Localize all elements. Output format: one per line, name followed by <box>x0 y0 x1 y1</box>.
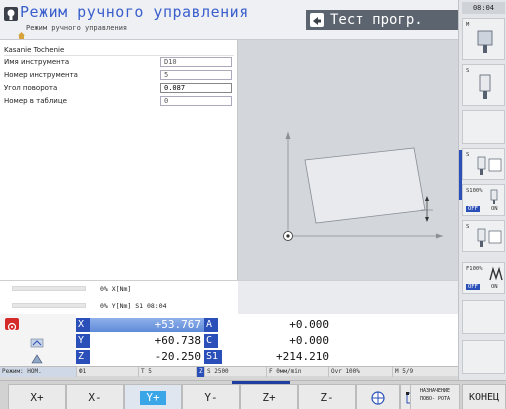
tool-name-field[interactable]: D10 <box>160 57 232 67</box>
axis-value-s1: +214.210 <box>276 350 329 363</box>
form-label-tool-name: Имя инструмента <box>4 58 70 66</box>
axis-label-x: X <box>76 318 90 332</box>
softkey-end[interactable]: КОНЕЦ <box>462 384 506 409</box>
spindle-override-icon <box>490 189 498 204</box>
axis-label-s1: S1 <box>204 350 222 364</box>
sidebar-feed-override-button[interactable]: F100% OFF ON <box>462 262 505 294</box>
axis-row-c: C +0.000 <box>204 334 332 348</box>
form-title: Kasanie Tochenie <box>4 46 65 54</box>
axis-row-s1: S1 +214.210 <box>204 350 332 364</box>
sidebar-empty-button[interactable] <box>462 110 505 144</box>
status-tool: T 5 <box>138 367 196 377</box>
program-mode-tab[interactable]: Тест прогр. <box>306 10 458 30</box>
softkey-z-minus[interactable]: Z- <box>298 384 356 409</box>
axis-label-c: C <box>204 334 218 348</box>
axis-row-y: Y +60.738 <box>76 334 204 348</box>
axis-row-z: Z -20.250 <box>76 350 204 364</box>
form-label-table-number: Номер в таблице <box>4 97 67 105</box>
workpiece-icon <box>30 350 44 364</box>
status-override: Ovr 100% <box>328 367 392 377</box>
y-load-bar <box>12 303 86 308</box>
sidebar-empty-button-3[interactable] <box>462 340 505 374</box>
sidebar-clock: 08:04 <box>462 2 505 14</box>
status-tool-icon: Ф1 <box>76 367 138 377</box>
spindle-potentiometer-icon <box>477 156 502 175</box>
mode-subtitle: Режим ручного управления <box>26 24 128 32</box>
program-arrow-icon <box>310 13 324 27</box>
right-sidebar: 08:04 M S S S100% OFF ON S F100% OFF ON <box>458 0 506 380</box>
x-load-bar <box>12 286 86 291</box>
axis-value-a: +0.000 <box>289 318 329 331</box>
softkey-y-plus-wrapper[interactable]: Y+ <box>124 384 182 409</box>
axis-label-y: Y <box>76 334 90 348</box>
sidebar-m-function-button[interactable]: M <box>462 18 505 60</box>
status-feed: F 0мм/min <box>266 367 328 377</box>
help-graphic <box>238 40 458 280</box>
status-tool-axis: Z <box>196 367 204 377</box>
axis-label-z: Z <box>76 350 90 364</box>
spindle-step-icon <box>477 228 502 247</box>
softkey-x-plus[interactable]: X+ <box>8 384 66 409</box>
position-display: X +53.767 Y +60.738 Z -20.250 A +0.000 C… <box>0 314 458 366</box>
status-m-function: M 5/9 <box>392 367 458 377</box>
form-label-tool-number: Номер инструмента <box>4 71 78 79</box>
axis-value-z: -20.250 <box>154 350 201 363</box>
probe-form-panel: Kasanie Tochenie Имя инструмента D10 Ном… <box>0 40 238 280</box>
table-number-field[interactable]: 0 <box>160 96 232 106</box>
y-load-text: 0% Y[Nm] S1 08:04 <box>100 302 167 310</box>
softkey-y-minus[interactable]: Y- <box>182 384 240 409</box>
softkey-assign-rotation[interactable]: НАЗНАЧЕНИЕ ПОВО- РОТА <box>410 384 460 409</box>
softkey-x-minus[interactable]: X- <box>66 384 124 409</box>
axis-value-y: +60.738 <box>154 334 201 347</box>
axis-value-c: +0.000 <box>289 334 329 347</box>
status-mode: Режим: НОМ. <box>0 367 76 377</box>
form-divider <box>4 55 234 56</box>
axis-label-a: A <box>204 318 218 332</box>
sidebar-s-function-button[interactable]: S <box>462 64 505 106</box>
alarm-icon[interactable] <box>5 318 19 332</box>
mode-title: Режим ручного управления <box>20 3 249 21</box>
softkey-y-plus: Y+ <box>140 391 166 405</box>
spindle-icon <box>479 74 491 99</box>
tool-number-field[interactable]: 5 <box>160 70 232 80</box>
home-icon <box>18 24 25 39</box>
coolant-icon <box>477 30 493 53</box>
header-bar: Режим ручного управления Режим ручного у… <box>0 0 458 40</box>
sidebar-spindle-button-2[interactable]: S <box>462 220 505 252</box>
feed-override-icon <box>489 266 503 281</box>
sidebar-spindle-override-button[interactable]: S100% OFF ON <box>462 184 505 216</box>
program-mode-title: Тест прогр. <box>330 12 423 28</box>
sidebar-empty-button-2[interactable] <box>462 300 505 334</box>
softkey-bar: X+ X- Y+ Y- Z+ Z- НАЗНАЧЕНИЕ ПОВО- РОТА … <box>0 380 506 409</box>
form-label-rotation-angle: Угол поворота <box>4 84 58 92</box>
softkey-z-plus[interactable]: Z+ <box>240 384 298 409</box>
softkey-probe-position[interactable] <box>356 384 400 409</box>
manual-mode-icon <box>3 6 19 22</box>
rotation-angle-field[interactable]: 0.087 <box>160 83 232 93</box>
status-bar: Режим: НОМ. Ф1 T 5 Z S 2500 F 0мм/min Ov… <box>0 366 458 377</box>
status-spindle: S 2500 <box>204 367 266 377</box>
probe-target-icon <box>371 391 385 405</box>
axis-row-x: X +53.767 <box>76 318 204 332</box>
coordinate-icon <box>30 334 44 348</box>
sidebar-spindle-button[interactable]: S <box>462 148 505 180</box>
axis-row-a: A +0.000 <box>204 318 332 332</box>
axis-value-x: +53.767 <box>90 318 204 332</box>
rotation-diagram <box>283 132 443 241</box>
feed-display: 0% X[Nm] 0% Y[Nm] S1 08:04 <box>0 280 458 315</box>
x-load-text: 0% X[Nm] <box>100 285 132 293</box>
